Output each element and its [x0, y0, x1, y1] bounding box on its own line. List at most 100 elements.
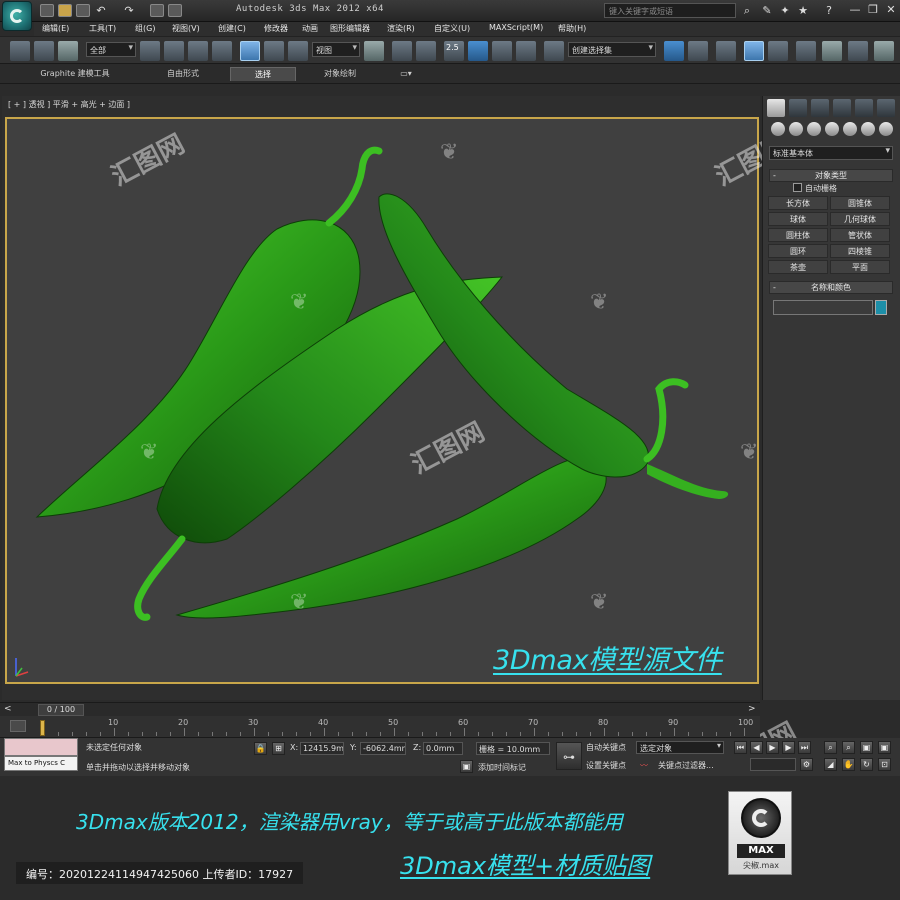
orbit-icon[interactable]: ↻ — [860, 758, 873, 771]
menu-maxscript[interactable]: MAXScript(M) — [489, 23, 543, 32]
use-pivot-point-icon[interactable] — [364, 41, 384, 61]
object-color-swatch[interactable] — [875, 300, 887, 315]
time-tag-icon[interactable]: ▣ — [460, 760, 473, 773]
selection-filter-dropdown[interactable]: 全部 — [86, 42, 136, 57]
object-category-dropdown[interactable]: 标准基本体 — [769, 146, 893, 160]
window-crossing-icon[interactable] — [212, 41, 232, 61]
object-type-rollout[interactable]: - 对象类型 — [769, 169, 893, 182]
object-name-input[interactable] — [773, 300, 873, 315]
key-filter-icon[interactable]: 〰 — [640, 760, 648, 771]
box-button[interactable]: 长方体 — [768, 196, 828, 210]
key-filters-button[interactable]: 关键点过滤器... — [658, 760, 714, 771]
cylinder-button[interactable]: 圆柱体 — [768, 228, 828, 242]
menu-graph-editors[interactable]: 图形编辑器 — [330, 23, 370, 34]
mirror-icon[interactable] — [664, 41, 684, 61]
render-production-icon[interactable] — [874, 41, 894, 61]
hierarchy-tab-icon[interactable] — [811, 99, 829, 117]
zoom-all-icon[interactable]: ⌕ — [842, 741, 855, 754]
current-frame-field[interactable] — [750, 758, 796, 771]
snaps-toggle-icon[interactable]: 2.5 — [444, 41, 464, 61]
cameras-icon[interactable] — [825, 122, 839, 136]
tab-freeform[interactable]: 自由形式 — [140, 67, 226, 81]
sphere-button[interactable]: 球体 — [768, 212, 828, 226]
select-and-move-icon[interactable] — [240, 41, 260, 61]
play-icon[interactable]: ▶ — [766, 741, 779, 754]
zoom-extents-all-icon[interactable]: ▣ — [878, 741, 891, 754]
edit-named-selection-icon[interactable] — [544, 41, 564, 61]
menu-animation[interactable]: 动画 — [302, 23, 318, 34]
go-to-start-icon[interactable]: ⏮ — [734, 741, 747, 754]
graphite-toggle-icon[interactable] — [744, 41, 764, 61]
angle-snap-icon[interactable] — [468, 41, 488, 61]
app-logo-icon[interactable] — [2, 1, 32, 31]
time-slider-thumb[interactable] — [40, 720, 45, 736]
menu-edit[interactable]: 编辑(E) — [42, 23, 69, 34]
pyramid-button[interactable]: 四棱锥 — [830, 244, 890, 258]
display-tab-icon[interactable] — [855, 99, 873, 117]
torus-button[interactable]: 圆环 — [768, 244, 828, 258]
undo-icon[interactable]: ↶ — [94, 4, 108, 18]
viewport-label[interactable]: [ + ] 透视 ] 平滑 + 高光 + 边面 ] — [8, 99, 130, 110]
auto-grid-checkbox[interactable]: 自动栅格 — [793, 183, 837, 194]
subscription-icon[interactable]: ✎ — [760, 4, 774, 18]
z-coordinate-field[interactable]: 0.0mm — [423, 742, 463, 755]
time-slider[interactable]: < 0 / 100 > — [0, 702, 760, 716]
save-file-icon[interactable] — [76, 4, 90, 17]
time-slider-label[interactable]: 0 / 100 — [38, 704, 84, 716]
workspace-icon[interactable] — [168, 4, 182, 17]
teapot-button[interactable]: 茶壶 — [768, 260, 828, 274]
restore-button[interactable]: ❐ — [864, 2, 882, 18]
tube-button[interactable]: 管状体 — [830, 228, 890, 242]
percent-snap-icon[interactable] — [492, 41, 512, 61]
key-mode-dropdown[interactable]: 选定对象 — [636, 741, 724, 754]
space-warps-icon[interactable] — [861, 122, 875, 136]
set-key-big-icon[interactable]: ⊶ — [556, 742, 582, 770]
select-object-icon[interactable] — [140, 41, 160, 61]
motion-tab-icon[interactable] — [833, 99, 851, 117]
maximize-viewport-icon[interactable]: ⊡ — [878, 758, 891, 771]
render-setup-icon[interactable] — [848, 41, 868, 61]
add-time-tag[interactable]: 添加时间标记 — [478, 762, 526, 773]
y-coordinate-field[interactable]: -6062.4mm — [360, 742, 406, 755]
name-and-color-rollout[interactable]: - 名称和颜色 — [769, 281, 893, 294]
helpers-icon[interactable] — [843, 122, 857, 136]
material-editor-icon[interactable] — [822, 41, 842, 61]
zoom-extents-icon[interactable]: ▣ — [860, 741, 873, 754]
cone-button[interactable]: 圆锥体 — [830, 196, 890, 210]
create-tab-icon[interactable] — [767, 99, 785, 117]
communication-center-icon[interactable]: ✦ — [778, 4, 792, 18]
zoom-icon[interactable]: ⌕ — [824, 741, 837, 754]
select-and-manipulate-icon[interactable] — [392, 41, 412, 61]
tab-graphite-modeling[interactable]: Graphite 建模工具 — [20, 67, 130, 81]
project-folder-icon[interactable] — [150, 4, 164, 17]
curve-editor-icon[interactable] — [768, 41, 788, 61]
keyboard-shortcut-override-icon[interactable] — [416, 41, 436, 61]
tab-selection[interactable]: 选择 — [230, 67, 296, 81]
track-bar[interactable]: 10 20 30 40 50 60 70 80 90 100 — [0, 716, 760, 738]
geosphere-button[interactable]: 几何球体 — [830, 212, 890, 226]
previous-frame-icon[interactable]: ◀ — [750, 741, 763, 754]
perspective-viewport[interactable] — [5, 117, 759, 684]
systems-icon[interactable] — [879, 122, 893, 136]
plane-button[interactable]: 平面 — [830, 260, 890, 274]
menu-tools[interactable]: 工具(T) — [89, 23, 116, 34]
select-and-rotate-icon[interactable] — [264, 41, 284, 61]
maxscript-listener-input[interactable]: Max to Physcs C — [4, 756, 78, 771]
maxscript-mini-listener[interactable] — [4, 738, 78, 756]
lights-icon[interactable] — [807, 122, 821, 136]
minimize-button[interactable]: — — [846, 2, 864, 18]
menu-group[interactable]: 组(G) — [135, 23, 155, 34]
favorites-icon[interactable]: ★ — [796, 4, 810, 18]
redo-icon[interactable]: ↷ — [122, 4, 136, 18]
bind-to-space-warp-icon[interactable] — [58, 41, 78, 61]
new-file-icon[interactable] — [40, 4, 54, 17]
next-frame-icon[interactable]: ▶ — [782, 741, 795, 754]
named-selection-dropdown[interactable]: 创建选择集 — [568, 42, 656, 57]
time-slider-next-icon[interactable]: > — [748, 704, 756, 714]
menu-views[interactable]: 视图(V) — [172, 23, 200, 34]
time-configuration-icon[interactable]: ⚙ — [800, 758, 813, 771]
close-button[interactable]: ✕ — [882, 2, 900, 18]
rectangular-selection-icon[interactable] — [188, 41, 208, 61]
reference-coordinate-dropdown[interactable]: 视图 — [312, 42, 360, 57]
set-key-button[interactable]: 设置关键点 — [586, 760, 626, 771]
